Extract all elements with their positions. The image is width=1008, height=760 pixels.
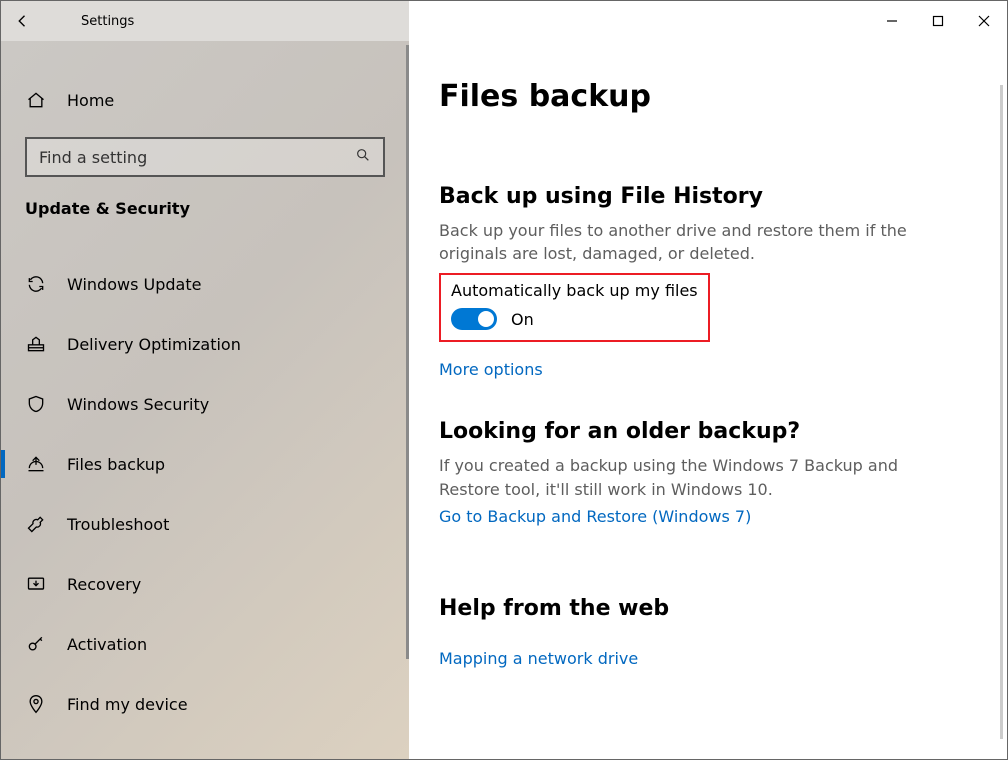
toggle-state: On xyxy=(511,310,534,329)
auto-backup-toggle[interactable] xyxy=(451,308,497,330)
sidebar-item-home[interactable]: Home xyxy=(1,81,409,119)
sidebar-item-troubleshoot[interactable]: Troubleshoot xyxy=(1,494,409,554)
body: Home Update & Security Windows Update xyxy=(1,41,1007,759)
minimize-button[interactable] xyxy=(869,5,915,37)
backup-icon xyxy=(25,453,47,475)
toggle-row: On xyxy=(451,308,698,330)
nav-label: Files backup xyxy=(67,455,165,474)
file-history-section: Back up using File History Back up your … xyxy=(439,184,967,379)
nav-label: Troubleshoot xyxy=(67,515,169,534)
sidebar-item-files-backup[interactable]: Files backup xyxy=(1,434,409,494)
key-icon xyxy=(25,633,47,655)
window-controls xyxy=(409,1,1007,41)
section-description: If you created a backup using the Window… xyxy=(439,454,959,500)
search-input[interactable] xyxy=(39,148,355,167)
nav-label: Find my device xyxy=(67,695,188,714)
search-icon xyxy=(355,147,371,167)
sidebar-item-windows-update[interactable]: Windows Update xyxy=(1,254,409,314)
maximize-button[interactable] xyxy=(915,5,961,37)
section-heading: Help from the web xyxy=(439,596,967,621)
sidebar: Home Update & Security Windows Update xyxy=(1,41,409,759)
content-pane: Files backup Back up using File History … xyxy=(409,41,1007,759)
home-icon xyxy=(25,89,47,111)
help-section: Help from the web Mapping a network driv… xyxy=(439,596,967,668)
older-backup-section: Looking for an older backup? If you crea… xyxy=(439,419,967,525)
nav-label: Windows Update xyxy=(67,275,201,294)
nav-label: Recovery xyxy=(67,575,141,594)
section-heading: Back up using File History xyxy=(439,184,967,209)
recovery-icon xyxy=(25,573,47,595)
backup-restore-link[interactable]: Go to Backup and Restore (Windows 7) xyxy=(439,507,751,526)
delivery-icon xyxy=(25,333,47,355)
help-link[interactable]: Mapping a network drive xyxy=(439,649,638,668)
shield-icon xyxy=(25,393,47,415)
section-heading: Looking for an older backup? xyxy=(439,419,967,444)
refresh-icon xyxy=(25,273,47,295)
sidebar-item-recovery[interactable]: Recovery xyxy=(1,554,409,614)
nav-label: Windows Security xyxy=(67,395,209,414)
titlebar-left: Settings xyxy=(1,1,409,41)
home-label: Home xyxy=(67,91,114,110)
settings-window: Settings Home xyxy=(0,0,1008,760)
location-icon xyxy=(25,693,47,715)
titlebar: Settings xyxy=(1,1,1007,41)
sidebar-item-find-my-device[interactable]: Find my device xyxy=(1,674,409,734)
wrench-icon xyxy=(25,513,47,535)
app-title: Settings xyxy=(81,14,134,29)
close-button[interactable] xyxy=(961,5,1007,37)
sidebar-item-delivery-optimization[interactable]: Delivery Optimization xyxy=(1,314,409,374)
sidebar-item-activation[interactable]: Activation xyxy=(1,614,409,674)
highlight-annotation: Automatically back up my files On xyxy=(439,273,710,342)
search-box[interactable] xyxy=(25,137,385,177)
page-title: Files backup xyxy=(439,79,967,114)
more-options-link[interactable]: More options xyxy=(439,360,543,379)
section-description: Back up your files to another drive and … xyxy=(439,219,959,265)
nav-label: Delivery Optimization xyxy=(67,335,241,354)
nav-label: Activation xyxy=(67,635,147,654)
back-button[interactable] xyxy=(1,1,45,41)
section-header: Update & Security xyxy=(1,199,409,218)
sidebar-item-windows-security[interactable]: Windows Security xyxy=(1,374,409,434)
toggle-label: Automatically back up my files xyxy=(451,281,698,300)
